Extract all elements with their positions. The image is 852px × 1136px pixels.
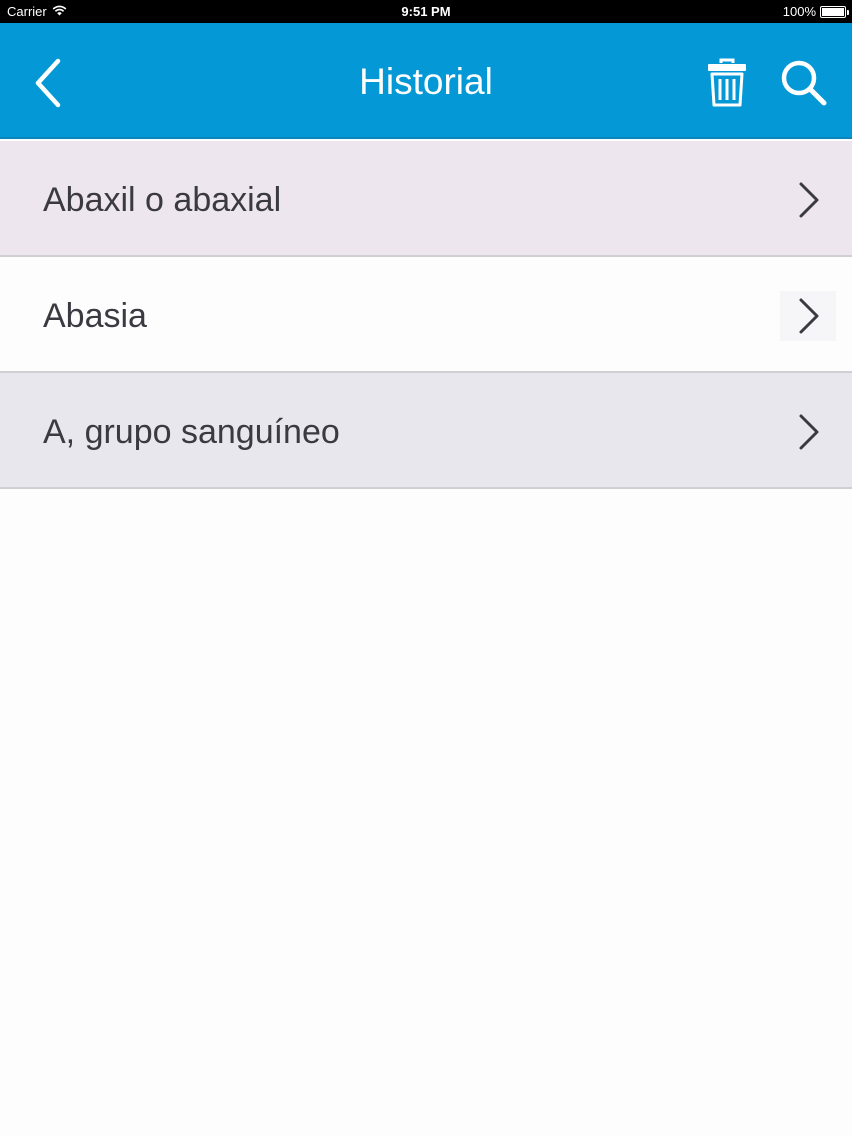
list-item[interactable]: Abasia [0,257,852,373]
trash-icon [708,58,746,107]
list-item-label: Abasia [43,297,147,335]
history-list: Abaxil o abaxial Abasia A, grupo sanguín… [0,141,852,489]
chevron-right-icon [780,291,836,341]
battery-percent: 100% [782,4,816,19]
list-item-label: Abaxil o abaxial [43,181,282,219]
search-icon [781,60,827,106]
navigation-bar: Historial [0,23,852,139]
status-bar: Carrier 9:51 PM 100% [0,0,852,23]
search-button[interactable] [778,58,830,108]
chevron-right-icon [780,407,836,457]
list-item[interactable]: A, grupo sanguíneo [0,373,852,489]
chevron-right-icon [780,175,836,225]
battery-group: 100% [782,4,849,19]
delete-history-button[interactable] [704,58,750,108]
battery-icon [820,5,849,18]
status-time: 9:51 PM [401,4,451,19]
list-item[interactable]: Abaxil o abaxial [0,141,852,257]
list-item-label: A, grupo sanguíneo [43,413,340,451]
